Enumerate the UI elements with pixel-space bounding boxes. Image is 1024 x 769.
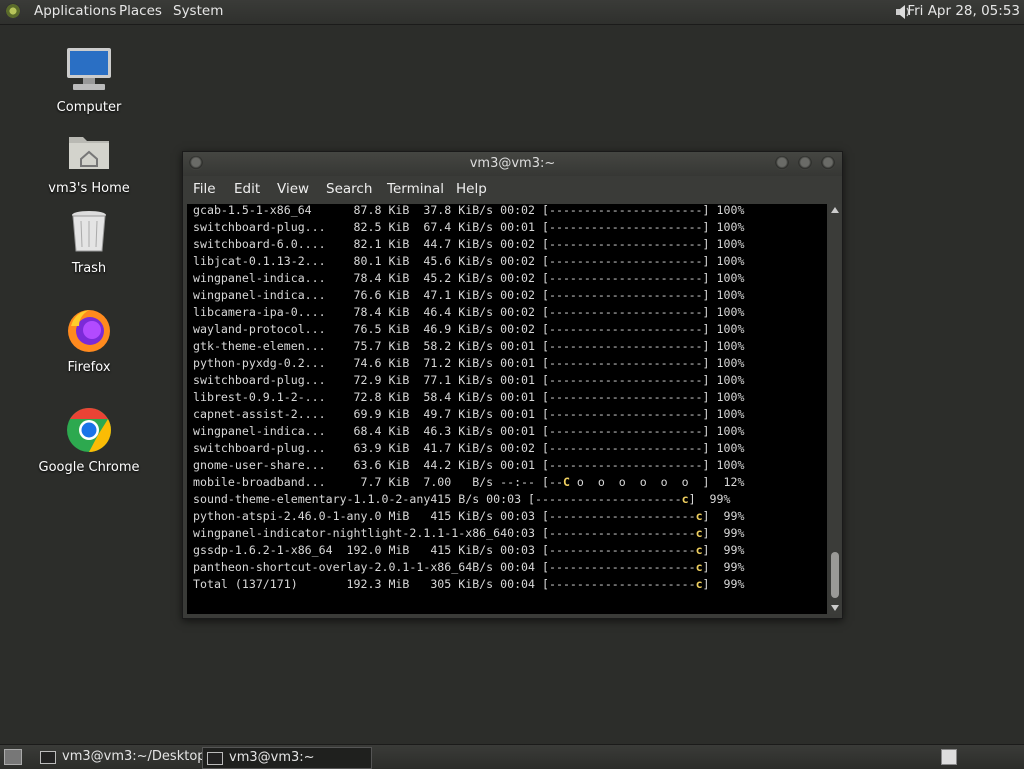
home-folder-icon xyxy=(69,137,109,169)
desktop-icon-label: Trash xyxy=(71,261,107,276)
terminal-line: wingpanel-indica... 76.6 KiB 47.1 KiB/s … xyxy=(193,288,745,302)
line-text: pantheon-shortcut-overlay-2.0.1-1-x86_64… xyxy=(193,560,696,574)
terminal-icon xyxy=(40,751,56,764)
menu-edit[interactable]: Edit xyxy=(234,181,260,197)
maximize-icon[interactable] xyxy=(798,156,812,170)
scroll-up-arrow-icon[interactable] xyxy=(831,207,839,213)
computer-icon xyxy=(67,48,111,90)
minimize-icon[interactable] xyxy=(775,156,789,170)
taskbar-item-label: vm3@vm3:~ xyxy=(229,750,315,765)
workspace-switcher[interactable] xyxy=(941,749,957,765)
line-text: ] 99% xyxy=(702,577,745,591)
applications-menu[interactable]: Applications xyxy=(34,3,116,19)
menu-terminal[interactable]: Terminal xyxy=(387,181,444,197)
terminal-line: gcab-1.5-1-x86_64 87.8 KiB 37.8 KiB/s 00… xyxy=(193,204,745,217)
terminal-line: switchboard-plug... 63.9 KiB 41.7 KiB/s … xyxy=(193,441,745,455)
trash-icon xyxy=(72,211,106,252)
terminal-progress-line: mobile-broadband... 7.7 KiB 7.00 B/s --:… xyxy=(193,474,744,491)
terminal-progress-line: wingpanel-indicator-nightlight-2.1.1-1-x… xyxy=(193,525,744,542)
line-text: gssdp-1.6.2-1-x86_64 192.0 MiB 415 KiB/s… xyxy=(193,543,696,557)
pacman-marker: c xyxy=(695,543,703,557)
terminal-output[interactable]: gcab-1.5-1-x86_64 87.8 KiB 37.8 KiB/s 00… xyxy=(187,204,827,614)
scrollbar-thumb[interactable] xyxy=(831,552,839,598)
scroll-down-arrow-icon[interactable] xyxy=(831,605,839,611)
window-titlebar[interactable]: vm3@vm3:~ xyxy=(183,152,842,176)
terminal-line: python-pyxdg-0.2... 74.6 KiB 71.2 KiB/s … xyxy=(193,356,745,370)
line-text: wingpanel-indicator-nightlight-2.1.1-1-x… xyxy=(193,526,696,540)
close-icon[interactable] xyxy=(821,156,835,170)
terminal-progress-line: python-atspi-2.46.0-1-any.0 MiB 415 KiB/… xyxy=(193,508,744,525)
terminal-line: gtk-theme-elemen... 75.7 KiB 58.2 KiB/s … xyxy=(193,339,745,353)
desktop-icon-chrome[interactable]: Google Chrome xyxy=(34,406,144,475)
desktop-icon-label: vm3's Home xyxy=(48,181,130,196)
terminal-line: libcamera-ipa-0.... 78.4 KiB 46.4 KiB/s … xyxy=(193,305,745,319)
terminal-line: wingpanel-indica... 78.4 KiB 45.2 KiB/s … xyxy=(193,271,745,285)
desktop-icon-label: Google Chrome xyxy=(38,460,140,475)
terminal-icon xyxy=(207,752,223,765)
clock[interactable]: Fri Apr 28, 05:53 xyxy=(907,3,1020,19)
desktop-icon-computer[interactable]: Computer xyxy=(34,46,144,115)
line-text: o o o o o o ] 12% xyxy=(569,475,745,489)
desktop-icon-home[interactable]: vm3's Home xyxy=(34,127,144,196)
terminal-line: wingpanel-indica... 68.4 KiB 46.3 KiB/s … xyxy=(193,424,745,438)
top-panel: Applications Places System Fri Apr 28, 0… xyxy=(0,0,1024,25)
desktop-icon-firefox[interactable]: Firefox xyxy=(34,306,144,375)
terminal-progress-line: pantheon-shortcut-overlay-2.0.1-1-x86_64… xyxy=(193,559,744,576)
desktop-icon-trash[interactable]: Trash xyxy=(34,207,144,276)
terminal-line: switchboard-6.0.... 82.1 KiB 44.7 KiB/s … xyxy=(193,237,745,251)
line-text: Total (137/171) 192.3 MiB 305 KiB/s 00:0… xyxy=(193,577,696,591)
window-title: vm3@vm3:~ xyxy=(469,156,556,171)
desktop-icon-label: Firefox xyxy=(67,360,111,375)
system-menu[interactable]: System xyxy=(173,3,223,19)
terminal-line: librest-0.9.1-2-... 72.8 KiB 58.4 KiB/s … xyxy=(193,390,745,404)
terminal-scrollbar[interactable] xyxy=(829,204,841,614)
line-text: ] 99% xyxy=(702,509,745,523)
line-text: sound-theme-elementary-1.1.0-2-any415 B/… xyxy=(193,492,682,506)
line-text: ] 99% xyxy=(702,543,745,557)
menu-file[interactable]: File xyxy=(193,181,216,197)
terminal-progress-line: sound-theme-elementary-1.1.0-2-any415 B/… xyxy=(193,491,730,508)
menu-view[interactable]: View xyxy=(277,181,309,197)
terminal-line: gnome-user-share... 63.6 KiB 44.2 KiB/s … xyxy=(193,458,745,472)
pacman-marker: C xyxy=(562,475,570,489)
distro-logo-icon[interactable] xyxy=(5,3,21,19)
line-text: ] 99% xyxy=(688,492,731,506)
pacman-marker: c xyxy=(695,509,703,523)
line-text: python-atspi-2.46.0-1-any.0 MiB 415 KiB/… xyxy=(193,509,696,523)
terminal-progress-line: gssdp-1.6.2-1-x86_64 192.0 MiB 415 KiB/s… xyxy=(193,542,744,559)
show-desktop-icon[interactable] xyxy=(4,749,22,765)
taskbar-item-label: vm3@vm3:~/Desktop xyxy=(62,749,206,764)
terminal-menubar: File Edit View Search Terminal Help xyxy=(183,176,842,202)
menu-search[interactable]: Search xyxy=(326,181,372,197)
line-text: ] 99% xyxy=(702,560,745,574)
terminal-line: libjcat-0.1.13-2... 80.1 KiB 45.6 KiB/s … xyxy=(193,254,745,268)
terminal-line: switchboard-plug... 72.9 KiB 77.1 KiB/s … xyxy=(193,373,745,387)
terminal-progress-line: Total (137/171) 192.3 MiB 305 KiB/s 00:0… xyxy=(193,576,744,593)
terminal-line: switchboard-plug... 82.5 KiB 67.4 KiB/s … xyxy=(193,220,745,234)
terminal-line: capnet-assist-2.... 69.9 KiB 49.7 KiB/s … xyxy=(193,407,745,421)
line-text: ] 99% xyxy=(702,526,745,540)
pacman-marker: c xyxy=(695,526,703,540)
chrome-icon xyxy=(67,408,111,452)
pacman-marker: c xyxy=(681,492,689,506)
line-text: mobile-broadband... 7.7 KiB 7.00 B/s --:… xyxy=(193,475,563,489)
taskbar-item-desktop-terminal[interactable]: vm3@vm3:~/Desktop xyxy=(36,747,206,767)
pacman-marker: c xyxy=(695,577,703,591)
bottom-panel: vm3@vm3:~/Desktop vm3@vm3:~ xyxy=(0,744,1024,769)
firefox-icon xyxy=(68,310,110,352)
terminal-line: wayland-protocol... 76.5 KiB 46.9 KiB/s … xyxy=(193,322,745,336)
pacman-marker: c xyxy=(695,560,703,574)
terminal-window[interactable]: vm3@vm3:~ File Edit View Search Terminal… xyxy=(182,151,843,619)
menu-help[interactable]: Help xyxy=(456,181,487,197)
places-menu[interactable]: Places xyxy=(119,3,162,19)
taskbar-item-terminal[interactable]: vm3@vm3:~ xyxy=(202,747,372,769)
desktop-icon-label: Computer xyxy=(56,100,122,115)
